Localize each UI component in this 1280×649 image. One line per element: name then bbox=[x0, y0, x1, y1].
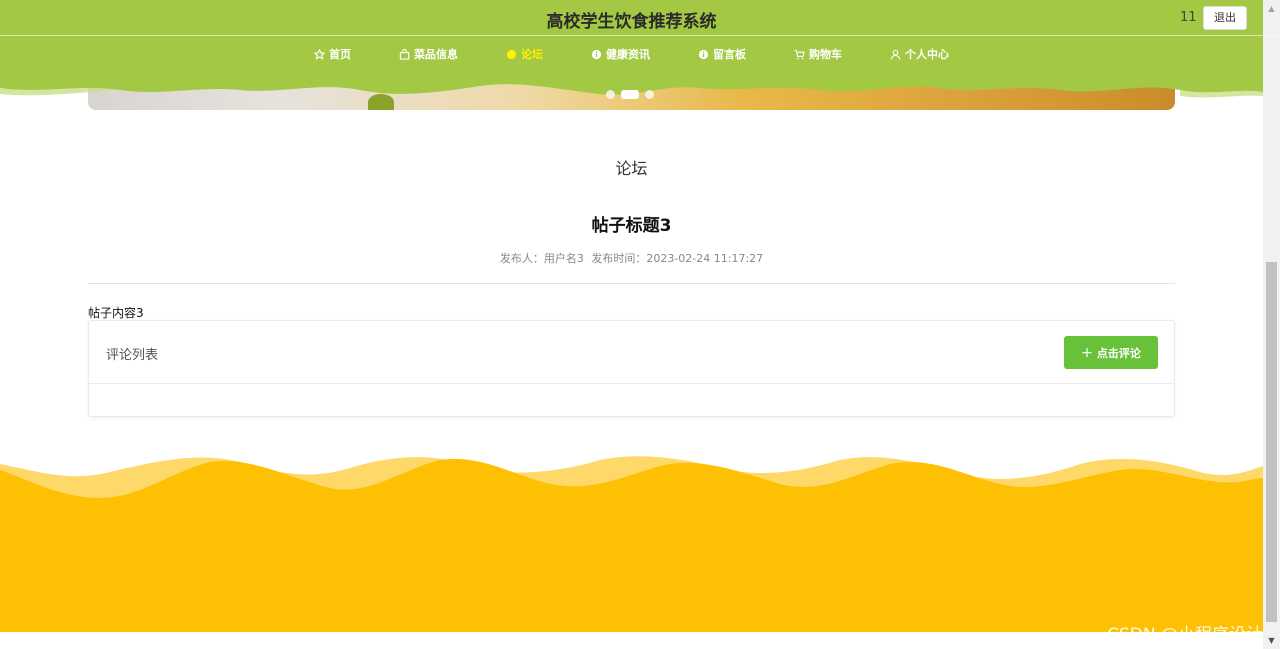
nav-item-health-news[interactable]: 健康资讯 bbox=[591, 46, 650, 62]
nav-item-dishes[interactable]: 菜品信息 bbox=[399, 46, 458, 62]
carousel-dot[interactable] bbox=[606, 90, 615, 99]
nav-item-label: 个人中心 bbox=[905, 48, 949, 61]
nav-item-label: 菜品信息 bbox=[414, 48, 458, 61]
page-bottom bbox=[0, 632, 1263, 649]
user-icon bbox=[890, 49, 901, 60]
site-title: 高校学生饮食推荐系统 bbox=[546, 12, 717, 32]
plus-icon: + bbox=[1081, 344, 1093, 361]
section-title: 论坛 bbox=[615, 159, 648, 178]
bag-icon bbox=[399, 48, 410, 60]
footer-wave bbox=[0, 456, 1263, 632]
current-user-name: 11 bbox=[1180, 10, 1197, 25]
circle-icon bbox=[506, 49, 517, 59]
nav-item-label: 健康资讯 bbox=[606, 48, 650, 61]
nav-item-label: 留言板 bbox=[713, 48, 746, 61]
carousel-dot-active[interactable] bbox=[621, 90, 639, 99]
comment-list-title: 评论列表 bbox=[106, 348, 159, 363]
carousel-dot[interactable] bbox=[645, 90, 654, 99]
nav-item-label: 首页 bbox=[329, 48, 351, 61]
cart-icon bbox=[794, 49, 805, 59]
nav-item-message-board[interactable]: 留言板 bbox=[698, 46, 746, 62]
carousel-indicators bbox=[606, 90, 654, 99]
post-meta: 发布人：用户名3 发布时间：2023-02-24 11:17:27 bbox=[0, 250, 1263, 266]
post-content: 帖子内容3 bbox=[88, 306, 144, 320]
comment-list-header: 评论列表 + 点击评论 bbox=[89, 321, 1174, 384]
star-icon bbox=[314, 48, 325, 60]
logout-button[interactable]: 退出 bbox=[1203, 6, 1247, 30]
page: 高校学生饮食推荐系统 11 退出 首页 菜品信息 论坛 健康资讯 留言板 购物车 bbox=[0, 0, 1280, 649]
nav-item-label: 购物车 bbox=[809, 48, 842, 61]
nav-item-home[interactable]: 首页 bbox=[314, 46, 351, 62]
watermark: CSDN @小程序设计 bbox=[1107, 625, 1263, 645]
scrollbar-thumb[interactable] bbox=[1266, 262, 1277, 622]
nav-item-label: 论坛 bbox=[521, 48, 543, 61]
top-bar: 高校学生饮食推荐系统 11 退出 bbox=[0, 0, 1280, 36]
divider bbox=[88, 283, 1175, 284]
add-comment-label: 点击评论 bbox=[1096, 346, 1141, 360]
nav-item-forum[interactable]: 论坛 bbox=[506, 46, 543, 62]
post-title: 帖子标题3 bbox=[591, 216, 672, 236]
info-icon bbox=[698, 49, 709, 59]
nav-item-profile[interactable]: 个人中心 bbox=[890, 46, 949, 62]
nav-item-cart[interactable]: 购物车 bbox=[794, 46, 842, 62]
post-author: 发布人：用户名3 bbox=[499, 252, 584, 265]
scroll-down-arrow-icon[interactable]: ▼ bbox=[1263, 632, 1280, 649]
post-time: 发布时间：2023-02-24 11:17:27 bbox=[591, 252, 764, 265]
main-nav: 首页 菜品信息 论坛 健康资讯 留言板 购物车 个人中心 bbox=[0, 46, 1263, 62]
info-icon bbox=[591, 49, 602, 59]
add-comment-button[interactable]: + 点击评论 bbox=[1064, 336, 1158, 369]
comment-list-card: 评论列表 + 点击评论 bbox=[88, 320, 1175, 417]
